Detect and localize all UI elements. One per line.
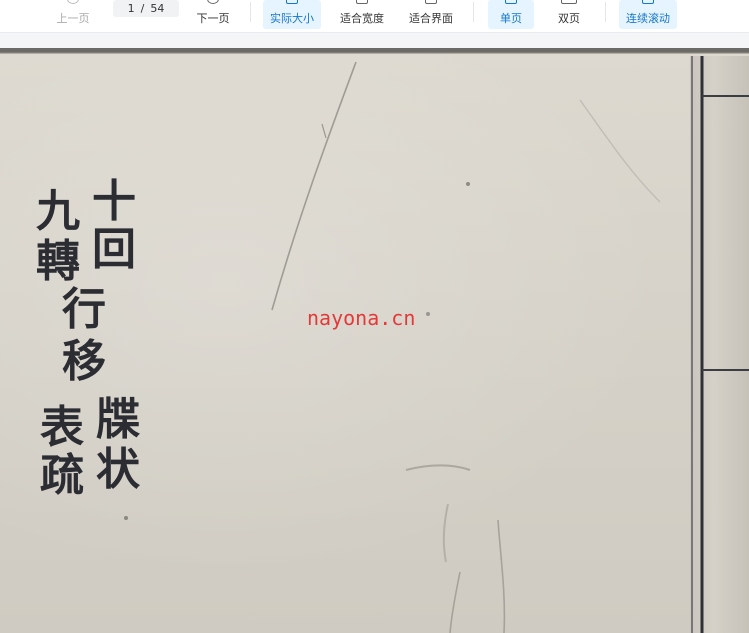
spine-lines <box>691 56 749 633</box>
fit-page-icon <box>425 0 437 4</box>
page-indicator[interactable]: 1 / 54 <box>113 0 179 17</box>
paper-texture <box>0 52 749 633</box>
actual-size-label: 实际大小 <box>270 12 314 25</box>
title-glyph: 十 <box>92 176 136 227</box>
title-glyph: 移 <box>62 336 106 387</box>
page-separator: / <box>140 2 145 15</box>
viewer-toolbar: 上一页 1 / 54 下一页 实际大小 适合宽度 适合界面 单页 双页 连续滚动 <box>0 0 749 33</box>
title-glyph: 轉 <box>36 236 80 287</box>
next-page-icon <box>207 0 219 4</box>
toolbar-divider <box>605 2 606 22</box>
fit-width-icon <box>356 0 368 4</box>
fit-page-label: 适合界面 <box>409 12 453 25</box>
title-glyph: 九 <box>36 186 80 237</box>
title-glyph: 疏 <box>40 450 84 501</box>
book-spine <box>690 56 749 633</box>
single-page-button[interactable]: 单页 <box>488 0 534 29</box>
double-page-icon <box>561 0 577 4</box>
continuous-scroll-label: 连续滚动 <box>626 12 670 25</box>
page-current[interactable]: 1 <box>128 2 135 15</box>
page-total: 54 <box>150 2 165 15</box>
next-page-button[interactable]: 下一页 <box>190 0 236 29</box>
continuous-scroll-button[interactable]: 连续滚动 <box>619 0 677 29</box>
title-glyph: 表 <box>40 402 84 453</box>
continuous-scroll-icon <box>642 0 654 4</box>
double-page-button[interactable]: 双页 <box>546 0 592 29</box>
toolbar-divider <box>250 2 251 22</box>
prev-page-button[interactable]: 上一页 <box>50 0 96 29</box>
fit-width-label: 适合宽度 <box>340 12 384 25</box>
scanned-page <box>0 52 749 633</box>
fit-width-button[interactable]: 适合宽度 <box>334 0 390 29</box>
double-page-label: 双页 <box>558 12 580 25</box>
prev-page-icon <box>67 0 79 4</box>
title-glyph: 牒 <box>96 394 140 445</box>
watermark-text: nayona.cn <box>307 306 416 330</box>
single-page-label: 单页 <box>500 12 522 25</box>
actual-size-icon <box>286 0 298 4</box>
next-page-label: 下一页 <box>196 12 230 25</box>
fit-page-button[interactable]: 适合界面 <box>402 0 460 29</box>
toolbar-divider <box>473 2 474 22</box>
single-page-icon <box>505 0 517 4</box>
actual-size-button[interactable]: 实际大小 <box>263 0 321 29</box>
title-glyph: 回 <box>92 224 136 275</box>
title-glyph: 状 <box>96 444 140 495</box>
document-viewport[interactable]: 十 回 行 移 牒 状 九 轉 表 疏 nayona.cn <box>0 48 749 633</box>
title-glyph: 行 <box>62 284 106 335</box>
prev-page-label: 上一页 <box>56 12 90 25</box>
